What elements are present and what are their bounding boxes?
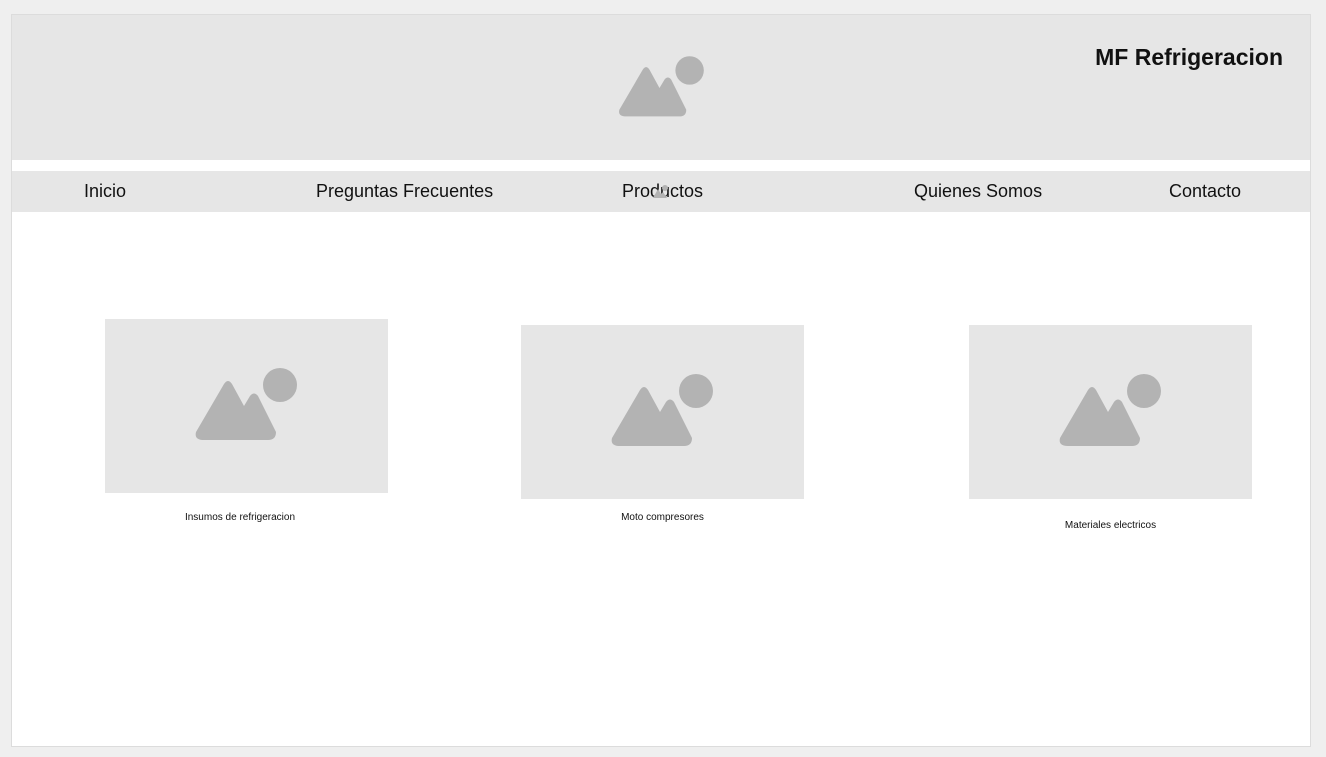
image-placeholder-icon — [1059, 374, 1161, 446]
nav-item-contacto[interactable]: Contacto — [1169, 181, 1241, 202]
nav-item-inicio[interactable]: Inicio — [84, 181, 126, 202]
nav-item-preguntas-frecuentes[interactable]: Preguntas Frecuentes — [316, 181, 493, 202]
page-frame: MF Refrigeracion Inicio Preguntas Frecue… — [11, 14, 1311, 747]
product-image-materiales-electricos[interactable] — [969, 325, 1252, 499]
nav-item-quienes-somos[interactable]: Quienes Somos — [914, 181, 1042, 202]
site-header: MF Refrigeracion — [12, 15, 1310, 160]
main-nav: Inicio Preguntas Frecuentes Productos Qu… — [12, 171, 1310, 212]
product-caption-materiales-electricos: Materiales electricos — [1064, 520, 1157, 531]
image-placeholder-icon — [611, 374, 713, 446]
product-image-insumos[interactable] — [105, 319, 388, 493]
product-caption-moto-compresores: Moto compresores — [621, 512, 704, 523]
product-caption-insumos: Insumos de refrigeracion — [184, 512, 296, 523]
site-brand-title: MF Refrigeracion — [1095, 44, 1283, 70]
product-image-moto-compresores[interactable] — [521, 325, 804, 499]
nav-item-productos[interactable]: Productos — [622, 181, 703, 202]
image-placeholder-icon — [195, 368, 297, 440]
image-placeholder-icon — [619, 56, 704, 117]
